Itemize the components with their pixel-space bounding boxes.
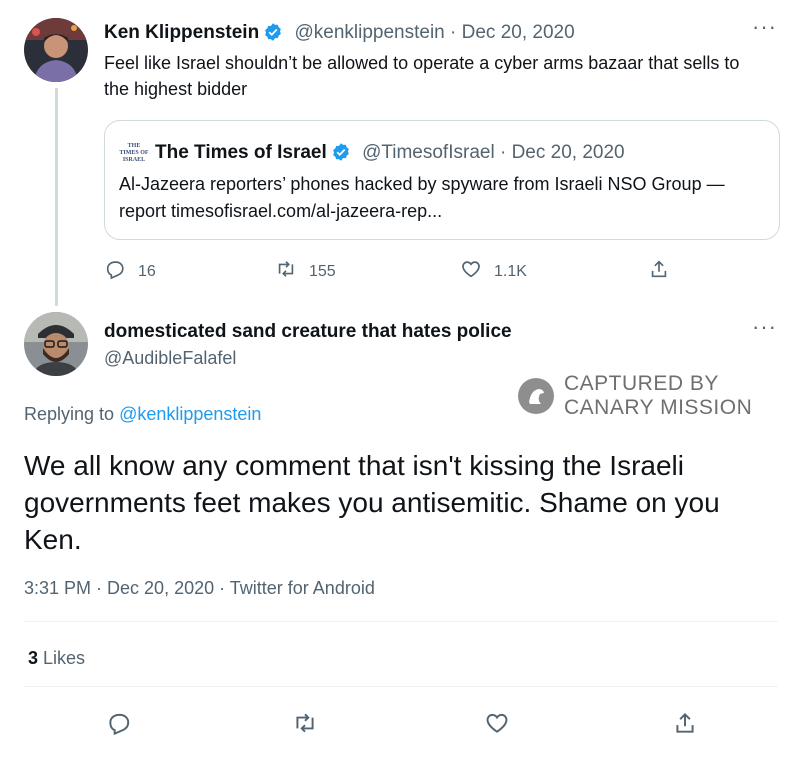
divider (24, 621, 778, 622)
canary-mission-watermark: CAPTURED BY CANARY MISSION (518, 372, 768, 422)
ken-name[interactable]: Ken Klippenstein (104, 22, 259, 43)
toi-name: The Times of Israel (155, 142, 327, 163)
reply-author-name[interactable]: domesticated sand creature that hates po… (104, 320, 512, 344)
thread-line (55, 88, 58, 306)
like-count: 1.1K (494, 262, 527, 280)
retweet-icon (275, 258, 297, 285)
ken-date[interactable]: Dec 20, 2020 (462, 22, 575, 43)
ken-header: Ken Klippenstein @kenklippenstein · Dec … (104, 21, 575, 45)
quoted-card[interactable]: THE TIMES OF ISRAEL The Times of Israel … (104, 120, 780, 240)
share-icon (672, 710, 698, 741)
heart-icon (460, 258, 482, 285)
ken-handle[interactable]: @kenklippenstein (294, 22, 444, 43)
reply-icon (104, 258, 126, 285)
reply-action[interactable] (106, 710, 132, 741)
dot-separator: · (444, 22, 462, 43)
watermark-line1: CAPTURED BY (564, 372, 719, 395)
watermark-line2: CANARY MISSION (564, 396, 753, 419)
like-action[interactable] (484, 710, 510, 741)
likes-count: 3 (28, 648, 39, 668)
retweet-action[interactable]: 155 (275, 258, 336, 285)
replying-to-handle[interactable]: @kenklippenstein (119, 404, 261, 424)
retweet-count: 155 (309, 262, 336, 280)
more-icon[interactable]: ··· (752, 14, 777, 40)
dot-separator: · (494, 142, 512, 163)
replying-to-label: Replying to (24, 404, 115, 424)
toi-text: Al-Jazeera reporters’ phones hacked by s… (119, 174, 725, 221)
likes-summary[interactable]: 3 Likes (28, 646, 85, 670)
reply-icon (106, 710, 132, 741)
more-icon[interactable]: ··· (752, 314, 777, 340)
replying-to: Replying to @kenklippenstein (24, 402, 261, 426)
toi-handle: @TimesofIsrael (362, 142, 495, 163)
retweet-icon (292, 710, 318, 741)
reply-tweet-text: We all know any comment that isn't kissi… (24, 450, 720, 555)
toi-header: The Times of Israel @TimesofIsrael · Dec… (155, 141, 625, 165)
share-action[interactable] (672, 710, 698, 741)
toi-logo: THE TIMES OF ISRAEL (119, 143, 149, 163)
toi-date: Dec 20, 2020 (511, 142, 625, 163)
audiblefalafel-avatar[interactable] (24, 312, 88, 376)
reply-timestamp[interactable]: 3:31 PM · Dec 20, 2020 · Twitter for And… (24, 576, 375, 600)
reply-count: 16 (138, 262, 156, 280)
like-action[interactable]: 1.1K (460, 258, 527, 285)
canary-logo-icon (518, 378, 554, 414)
ken-avatar[interactable] (24, 18, 88, 82)
ken-tweet-text: Feel like Israel shouldn’t be allowed to… (104, 53, 740, 99)
divider (24, 686, 778, 687)
share-icon (648, 258, 670, 285)
verified-badge-icon (331, 142, 351, 162)
reply-action[interactable]: 16 (104, 258, 156, 285)
verified-badge-icon (263, 22, 283, 42)
reply-author-handle[interactable]: @AudibleFalafel (104, 346, 236, 370)
share-action[interactable] (648, 258, 670, 285)
likes-label: Likes (43, 648, 86, 668)
heart-icon (484, 710, 510, 741)
retweet-action[interactable] (292, 710, 318, 741)
